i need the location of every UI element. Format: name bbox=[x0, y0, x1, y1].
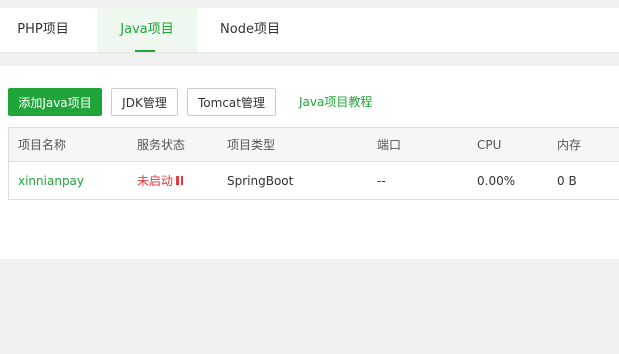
tomcat-management-button[interactable]: Tomcat管理 bbox=[187, 88, 276, 116]
add-java-project-button[interactable]: 添加Java项目 bbox=[8, 88, 102, 116]
project-type-tabs: PHP项目 Java项目 Node项目 bbox=[0, 8, 619, 53]
tab-php[interactable]: PHP项目 bbox=[0, 8, 86, 52]
tab-node[interactable]: Node项目 bbox=[206, 8, 294, 52]
service-status[interactable]: 未启动 bbox=[137, 162, 184, 199]
project-type-cell: SpringBoot bbox=[227, 173, 294, 188]
cpu-cell: 0.00% bbox=[477, 173, 516, 188]
jdk-management-button[interactable]: JDK管理 bbox=[111, 88, 178, 116]
java-tutorial-link[interactable]: Java项目教程 bbox=[299, 88, 372, 116]
header-memory[interactable]: 内存 bbox=[557, 128, 581, 161]
table-row: xinnianpay 未启动 SpringBoot -- 0.00% 0 B bbox=[9, 162, 619, 199]
header-name[interactable]: 项目名称 bbox=[18, 128, 66, 161]
header-status: 服务状态 bbox=[137, 138, 186, 152]
tab-java-label: Java项目 bbox=[120, 22, 174, 37]
java-project-panel: 添加Java项目 JDK管理 Tomcat管理 Java项目教程 项目名称 服务… bbox=[0, 66, 619, 259]
status-text: 未启动 bbox=[137, 174, 174, 188]
pause-icon bbox=[176, 176, 184, 185]
tab-java[interactable]: Java项目 bbox=[97, 8, 197, 52]
header-type: 项目类型 bbox=[227, 138, 276, 152]
memory-cell: 0 B bbox=[557, 173, 577, 188]
table-header: 项目名称 服务状态 项目类型 端口 CPU 内存 bbox=[9, 128, 619, 162]
project-name-link[interactable]: xinnianpay bbox=[18, 174, 84, 188]
project-table: 项目名称 服务状态 项目类型 端口 CPU 内存 xinnianpay 未启动 … bbox=[8, 127, 619, 200]
header-cpu[interactable]: CPU bbox=[477, 128, 501, 161]
active-tab-indicator bbox=[135, 50, 155, 52]
header-port: 端口 bbox=[377, 138, 402, 152]
port-cell: -- bbox=[377, 173, 386, 188]
